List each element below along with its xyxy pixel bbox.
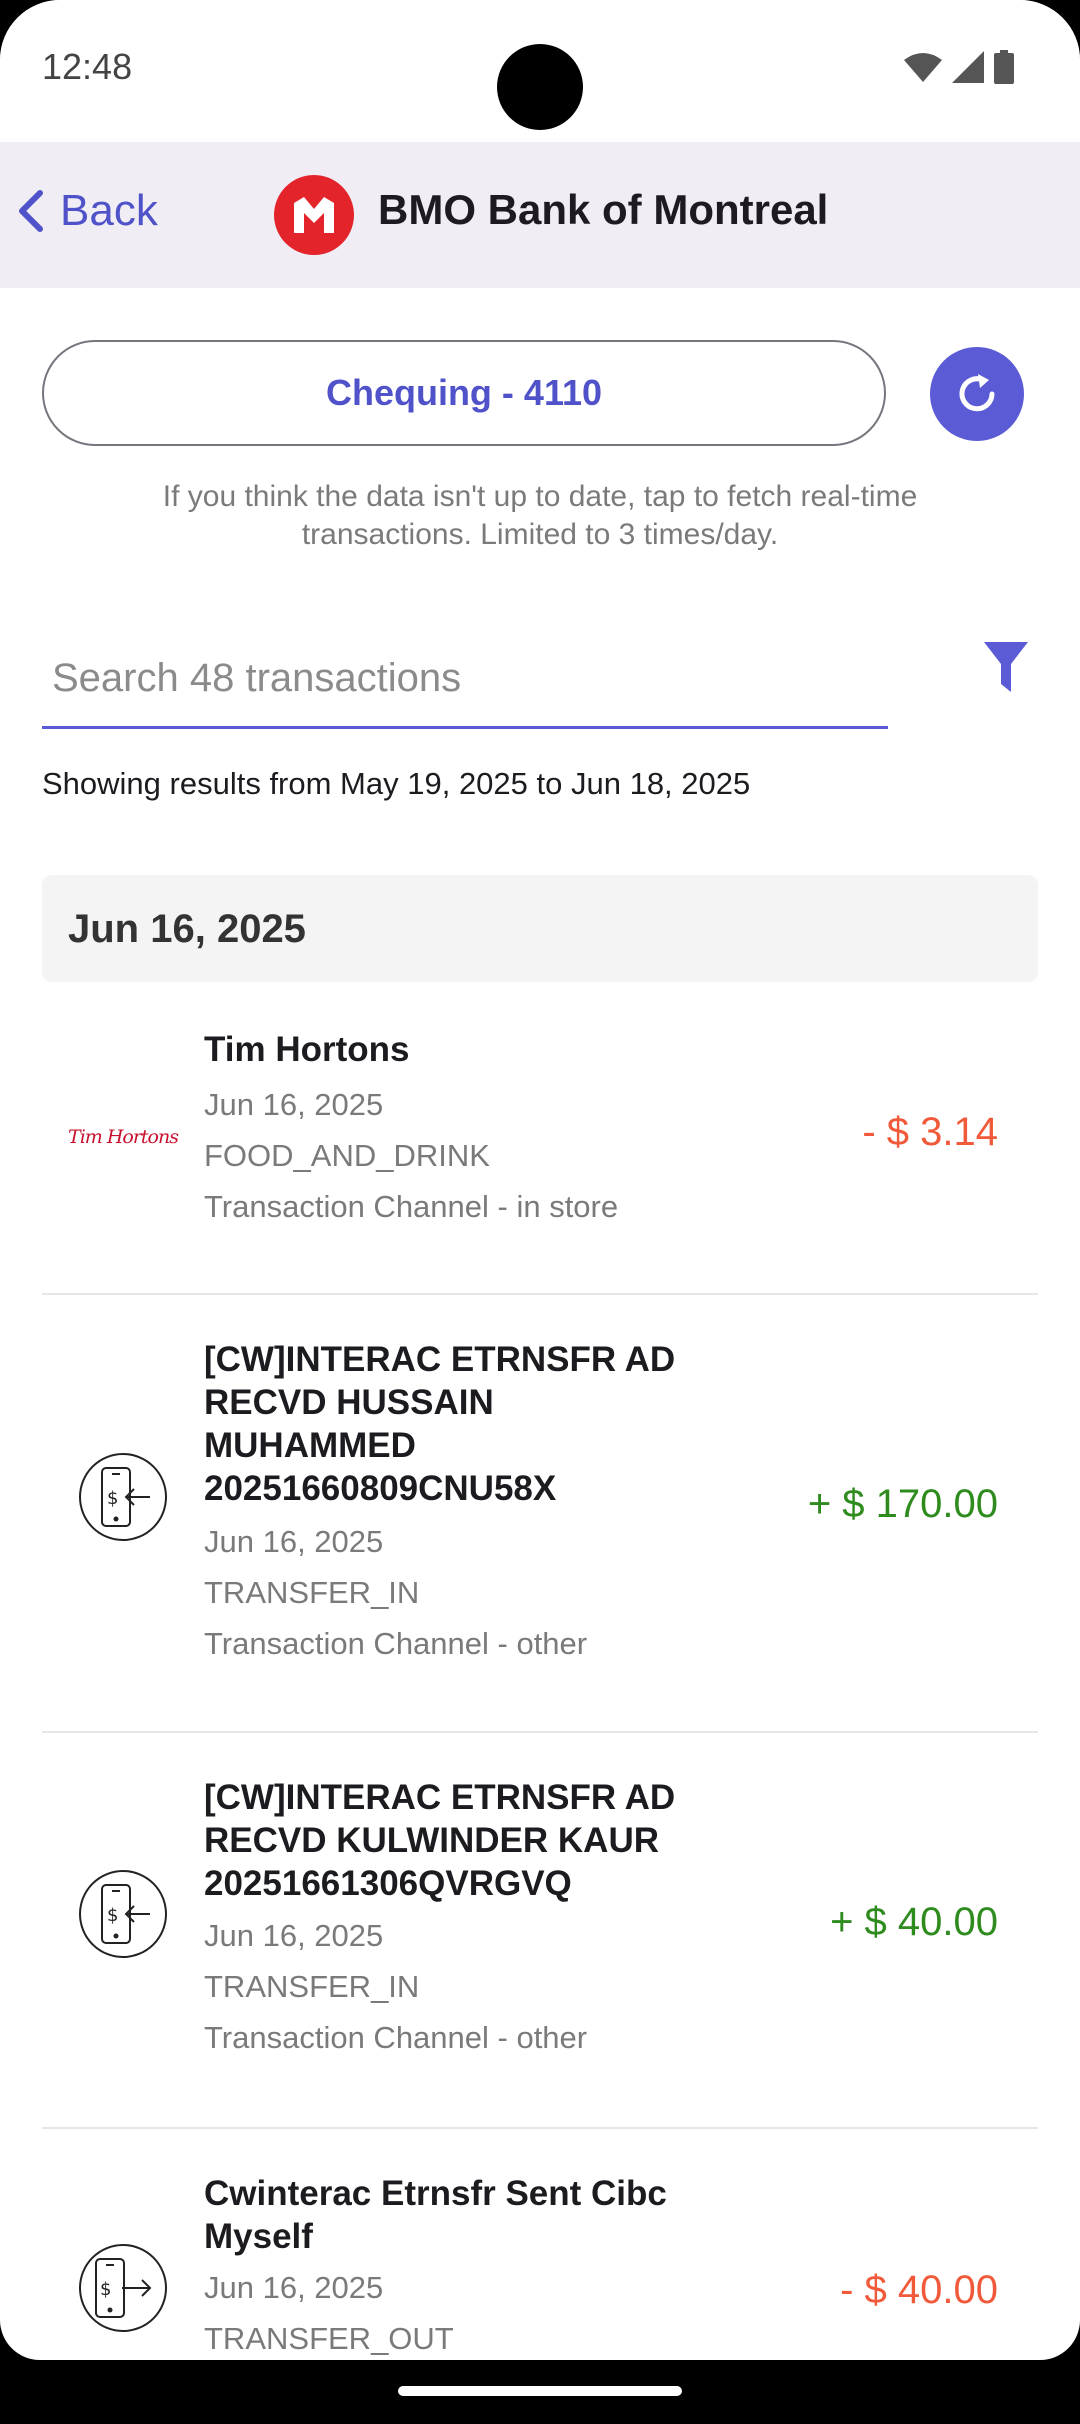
back-label: Back	[60, 186, 158, 235]
status-icons	[904, 50, 1014, 84]
date-group-header: Jun 16, 2025	[42, 875, 1038, 982]
tim-hortons-logo: Tim Hortons	[68, 1126, 179, 1148]
transaction-channel: Transaction Channel - other	[204, 1626, 588, 1661]
transaction-amount: - $ 40.00	[840, 2268, 998, 2312]
transaction-row[interactable]: $ [CW]INTERAC ETRNSFR AD RECVD HUSSAIN M…	[42, 1294, 1038, 1733]
transaction-amount: + $ 40.00	[830, 1900, 998, 1944]
transaction-category: TRANSFER_OUT	[204, 2321, 454, 2356]
refresh-hint: If you think the data isn't up to date, …	[162, 480, 918, 551]
transaction-amount: + $ 170.00	[807, 1482, 998, 1526]
svg-text:$: $	[107, 1488, 118, 1509]
transaction-merchant: [CW]INTERAC ETRNSFR AD RECVD HUSSAIN MUH…	[204, 1340, 676, 1508]
transfer-out-icon: $	[78, 2243, 168, 2333]
search-input[interactable]	[42, 640, 888, 716]
transaction-row[interactable]: $ Cwinterac Etrnsfr Sent Cibc Myself Jun…	[42, 2128, 1038, 2360]
svg-text:$: $	[100, 2279, 111, 2300]
transaction-merchant: Cwinterac Etrnsfr Sent Cibc Myself	[204, 2174, 667, 2256]
battery-icon	[994, 50, 1014, 84]
back-button[interactable]: Back	[16, 186, 158, 236]
refresh-icon	[959, 374, 995, 412]
signal-icon	[952, 51, 984, 83]
transaction-category: TRANSFER_IN	[204, 1575, 420, 1610]
bmo-logo	[274, 175, 354, 255]
bank-name: BMO Bank of Montreal	[378, 186, 829, 233]
wifi-icon	[904, 53, 942, 82]
screen: 12:48 Back BMO Bank of Montreal Chequing…	[0, 0, 1080, 2360]
transaction-channel: Transaction Channel - in store	[204, 1189, 619, 1224]
transaction-date: Jun 16, 2025	[204, 2270, 384, 2305]
filter-icon	[984, 642, 1028, 692]
filter-button[interactable]	[982, 640, 1030, 701]
transaction-date: Jun 16, 2025	[204, 1918, 384, 1953]
transaction-amount: - $ 3.14	[862, 1110, 998, 1154]
transaction-channel: Transaction Channel - other	[204, 2020, 588, 2055]
transfer-in-icon: $	[78, 1869, 168, 1959]
status-bar: 12:48	[0, 0, 1080, 142]
home-indicator[interactable]	[398, 2386, 682, 2396]
transaction-merchant: Tim Hortons	[204, 1030, 410, 1069]
transaction-category: TRANSFER_IN	[204, 1969, 420, 2004]
date-range-text: Showing results from May 19, 2025 to Jun…	[42, 766, 751, 801]
transaction-category: FOOD_AND_DRINK	[204, 1138, 490, 1173]
transaction-merchant: [CW]INTERAC ETRNSFR AD RECVD KULWINDER K…	[204, 1778, 676, 1903]
transaction-row[interactable]: Tim Hortons Tim Hortons Jun 16, 2025 FOO…	[42, 1012, 1038, 1295]
search-field	[42, 640, 888, 729]
transfer-in-icon: $	[78, 1452, 168, 1542]
chevron-left-icon	[19, 190, 43, 232]
refresh-button[interactable]	[930, 347, 1024, 441]
status-time: 12:48	[42, 46, 133, 87]
transaction-date: Jun 16, 2025	[204, 1524, 384, 1559]
date-group-label: Jun 16, 2025	[68, 907, 306, 951]
app-header: Back BMO Bank of Montreal	[0, 142, 1080, 288]
transaction-date: Jun 16, 2025	[204, 1087, 384, 1122]
transaction-row[interactable]: $ [CW]INTERAC ETRNSFR AD RECVD KULWINDER…	[42, 1732, 1038, 2129]
camera-cutout	[497, 44, 583, 130]
account-selector[interactable]: Chequing - 4110	[42, 340, 886, 446]
svg-text:$: $	[107, 1905, 118, 1926]
